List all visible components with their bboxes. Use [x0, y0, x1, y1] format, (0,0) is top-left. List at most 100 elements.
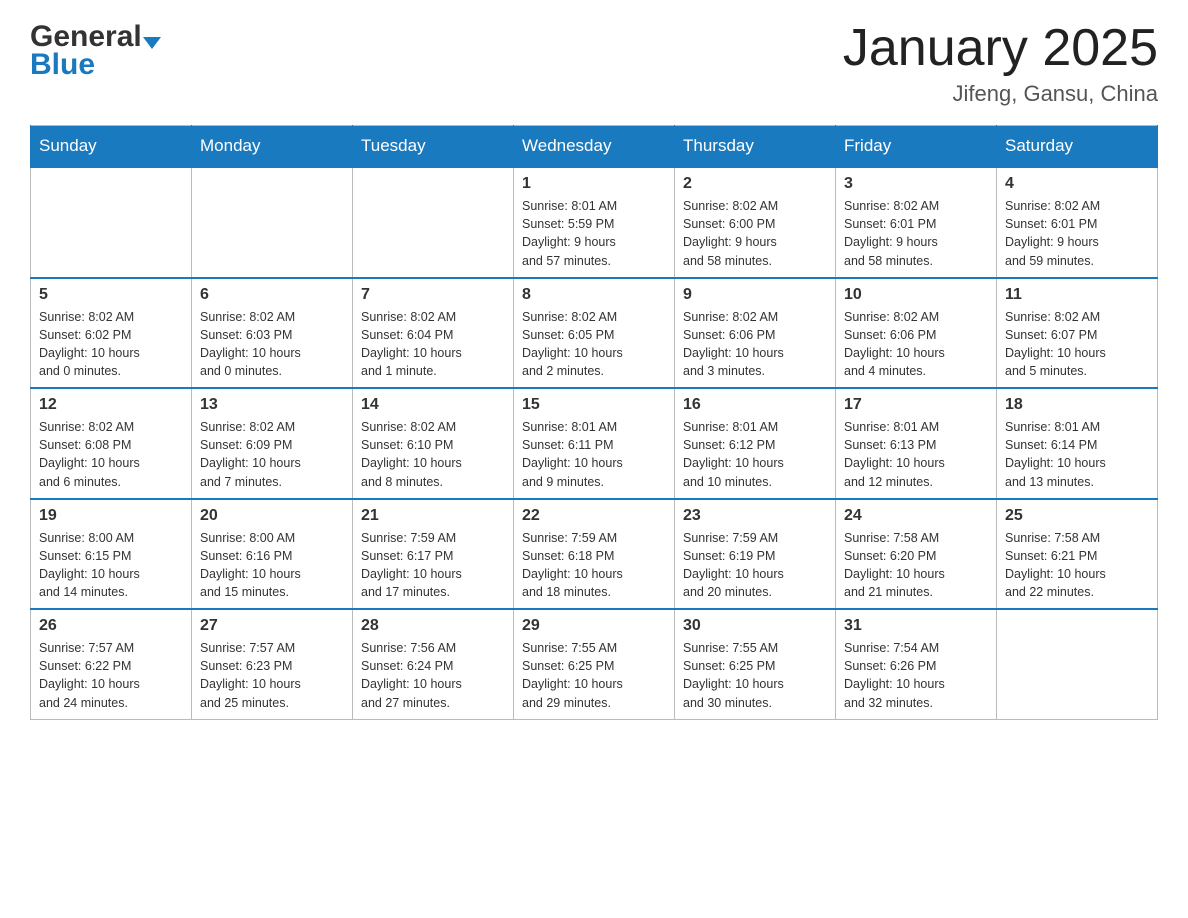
calendar-cell: 8Sunrise: 8:02 AMSunset: 6:05 PMDaylight… [514, 278, 675, 389]
day-info: Sunrise: 8:02 AMSunset: 6:00 PMDaylight:… [683, 197, 827, 270]
header-friday: Friday [836, 126, 997, 168]
day-number: 1 [522, 175, 666, 193]
day-number: 21 [361, 507, 505, 525]
day-info: Sunrise: 7:56 AMSunset: 6:24 PMDaylight:… [361, 639, 505, 712]
day-info: Sunrise: 7:57 AMSunset: 6:22 PMDaylight:… [39, 639, 183, 712]
header-saturday: Saturday [997, 126, 1158, 168]
day-number: 7 [361, 286, 505, 304]
day-number: 25 [1005, 507, 1149, 525]
day-info: Sunrise: 8:02 AMSunset: 6:02 PMDaylight:… [39, 308, 183, 381]
day-number: 26 [39, 617, 183, 635]
calendar-cell: 17 Sunrise: 8:01 AMSunset: 6:13 PMDayligh… [836, 388, 997, 499]
calendar-cell: 30 Sunrise: 7:55 AMSunset: 6:25 PMDayligh… [675, 609, 836, 719]
day-number: 17 [844, 396, 988, 414]
day-number: 12 [39, 396, 183, 414]
calendar-week-3: 12 Sunrise: 8:02 AMSunset: 6:08 PMDayligh… [31, 388, 1158, 499]
calendar-cell: 14 Sunrise: 8:02 AMSunset: 6:10 PMDayligh… [353, 388, 514, 499]
calendar-cell: 18 Sunrise: 8:01 AMSunset: 6:14 PMDayligh… [997, 388, 1158, 499]
logo: General Blue [30, 20, 161, 82]
calendar-table: SundayMondayTuesdayWednesdayThursdayFrid… [30, 125, 1158, 720]
day-info: Sunrise: 8:02 AMSunset: 6:01 PMDaylight:… [1005, 197, 1149, 270]
calendar-cell: 16Sunrise: 8:01 AMSunset: 6:12 PMDayligh… [675, 388, 836, 499]
header-monday: Monday [192, 126, 353, 168]
calendar-cell: 21 Sunrise: 7:59 AMSunset: 6:17 PMDayligh… [353, 499, 514, 610]
calendar-cell: 4 Sunrise: 8:02 AMSunset: 6:01 PMDaylight… [997, 167, 1158, 278]
calendar-cell: 27Sunrise: 7:57 AMSunset: 6:23 PMDayligh… [192, 609, 353, 719]
day-number: 6 [200, 286, 344, 304]
day-number: 31 [844, 617, 988, 635]
calendar-cell [353, 167, 514, 278]
calendar-cell: 19Sunrise: 8:00 AMSunset: 6:15 PMDayligh… [31, 499, 192, 610]
day-number: 4 [1005, 175, 1149, 193]
day-number: 10 [844, 286, 988, 304]
calendar-cell: 3 Sunrise: 8:02 AMSunset: 6:01 PMDaylight… [836, 167, 997, 278]
day-info: Sunrise: 8:02 AMSunset: 6:08 PMDaylight:… [39, 418, 183, 491]
day-info: Sunrise: 7:55 AMSunset: 6:25 PMDaylight:… [683, 639, 827, 712]
calendar-week-1: 1Sunrise: 8:01 AMSunset: 5:59 PMDaylight… [31, 167, 1158, 278]
calendar-cell: 11 Sunrise: 8:02 AMSunset: 6:07 PMDayligh… [997, 278, 1158, 389]
day-number: 5 [39, 286, 183, 304]
calendar-cell [997, 609, 1158, 719]
calendar-week-4: 19Sunrise: 8:00 AMSunset: 6:15 PMDayligh… [31, 499, 1158, 610]
day-number: 24 [844, 507, 988, 525]
day-info: Sunrise: 7:55 AMSunset: 6:25 PMDaylight:… [522, 639, 666, 712]
day-number: 14 [361, 396, 505, 414]
calendar-week-2: 5 Sunrise: 8:02 AMSunset: 6:02 PMDaylight… [31, 278, 1158, 389]
day-number: 11 [1005, 286, 1149, 304]
day-number: 28 [361, 617, 505, 635]
calendar-cell: 22Sunrise: 7:59 AMSunset: 6:18 PMDayligh… [514, 499, 675, 610]
day-info: Sunrise: 8:01 AMSunset: 6:11 PMDaylight:… [522, 418, 666, 491]
page-header: General Blue January 2025 Jifeng, Gansu,… [30, 20, 1158, 107]
calendar-cell: 5 Sunrise: 8:02 AMSunset: 6:02 PMDaylight… [31, 278, 192, 389]
day-info: Sunrise: 8:02 AMSunset: 6:07 PMDaylight:… [1005, 308, 1149, 381]
calendar-cell: 26 Sunrise: 7:57 AMSunset: 6:22 PMDayligh… [31, 609, 192, 719]
day-info: Sunrise: 8:01 AMSunset: 6:14 PMDaylight:… [1005, 418, 1149, 491]
day-number: 8 [522, 286, 666, 304]
day-info: Sunrise: 8:02 AMSunset: 6:09 PMDaylight:… [200, 418, 344, 491]
calendar-header-row: SundayMondayTuesdayWednesdayThursdayFrid… [31, 126, 1158, 168]
calendar-cell: 15 Sunrise: 8:01 AMSunset: 6:11 PMDayligh… [514, 388, 675, 499]
calendar-cell: 25 Sunrise: 7:58 AMSunset: 6:21 PMDayligh… [997, 499, 1158, 610]
day-number: 9 [683, 286, 827, 304]
day-info: Sunrise: 8:02 AMSunset: 6:06 PMDaylight:… [683, 308, 827, 381]
day-number: 20 [200, 507, 344, 525]
calendar-cell: 13 Sunrise: 8:02 AMSunset: 6:09 PMDayligh… [192, 388, 353, 499]
day-info: Sunrise: 7:58 AMSunset: 6:21 PMDaylight:… [1005, 529, 1149, 602]
location-subtitle: Jifeng, Gansu, China [843, 81, 1158, 107]
calendar-cell: 6 Sunrise: 8:02 AMSunset: 6:03 PMDaylight… [192, 278, 353, 389]
day-number: 18 [1005, 396, 1149, 414]
day-number: 15 [522, 396, 666, 414]
day-number: 30 [683, 617, 827, 635]
month-year-title: January 2025 [843, 20, 1158, 77]
calendar-cell [31, 167, 192, 278]
day-number: 27 [200, 617, 344, 635]
calendar-cell: 23 Sunrise: 7:59 AMSunset: 6:19 PMDayligh… [675, 499, 836, 610]
day-info: Sunrise: 8:00 AMSunset: 6:15 PMDaylight:… [39, 529, 183, 602]
day-number: 3 [844, 175, 988, 193]
day-info: Sunrise: 8:01 AMSunset: 6:13 PMDaylight:… [844, 418, 988, 491]
header-wednesday: Wednesday [514, 126, 675, 168]
calendar-cell: 2 Sunrise: 8:02 AMSunset: 6:00 PMDaylight… [675, 167, 836, 278]
calendar-cell: 1Sunrise: 8:01 AMSunset: 5:59 PMDaylight… [514, 167, 675, 278]
day-info: Sunrise: 8:02 AMSunset: 6:10 PMDaylight:… [361, 418, 505, 491]
day-info: Sunrise: 7:59 AMSunset: 6:17 PMDaylight:… [361, 529, 505, 602]
calendar-cell: 29Sunrise: 7:55 AMSunset: 6:25 PMDayligh… [514, 609, 675, 719]
day-info: Sunrise: 8:02 AMSunset: 6:01 PMDaylight:… [844, 197, 988, 270]
day-info: Sunrise: 7:59 AMSunset: 6:18 PMDaylight:… [522, 529, 666, 602]
calendar-cell: 10 Sunrise: 8:02 AMSunset: 6:06 PMDayligh… [836, 278, 997, 389]
title-block: January 2025 Jifeng, Gansu, China [843, 20, 1158, 107]
logo-blue-label: Blue [30, 48, 95, 82]
day-info: Sunrise: 8:02 AMSunset: 6:06 PMDaylight:… [844, 308, 988, 381]
calendar-cell: 24Sunrise: 7:58 AMSunset: 6:20 PMDayligh… [836, 499, 997, 610]
header-tuesday: Tuesday [353, 126, 514, 168]
day-info: Sunrise: 8:02 AMSunset: 6:03 PMDaylight:… [200, 308, 344, 381]
header-sunday: Sunday [31, 126, 192, 168]
day-info: Sunrise: 7:54 AMSunset: 6:26 PMDaylight:… [844, 639, 988, 712]
day-number: 13 [200, 396, 344, 414]
day-info: Sunrise: 8:02 AMSunset: 6:04 PMDaylight:… [361, 308, 505, 381]
day-info: Sunrise: 7:59 AMSunset: 6:19 PMDaylight:… [683, 529, 827, 602]
day-number: 23 [683, 507, 827, 525]
day-info: Sunrise: 8:00 AMSunset: 6:16 PMDaylight:… [200, 529, 344, 602]
header-thursday: Thursday [675, 126, 836, 168]
day-number: 2 [683, 175, 827, 193]
